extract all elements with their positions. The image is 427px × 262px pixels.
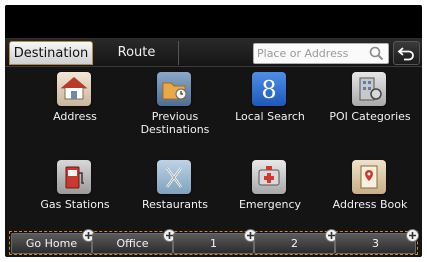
restaurants-label: Restaurants (142, 198, 208, 211)
gas-pump-icon (57, 160, 91, 194)
gas-stations-label: Gas Stations (40, 198, 110, 211)
top-bar (5, 5, 422, 38)
poi-categories-label: POI Categories (329, 110, 411, 123)
tab-bar: Destination Route (5, 38, 422, 67)
previous-destinations-label: Previous Destinations (140, 110, 210, 136)
preset-bar: Go Home Office 1 2 3 (9, 229, 419, 255)
house-icon (57, 72, 91, 106)
local-search-label: Local Search (235, 110, 305, 123)
tab-route[interactable]: Route (95, 41, 179, 65)
tab-destination[interactable]: Destination (9, 41, 93, 65)
address-book-item[interactable]: Address Book (320, 157, 420, 232)
google-icon: 8 (252, 72, 286, 106)
address-book-label: Address Book (332, 198, 408, 211)
preset-label: 1 (210, 237, 217, 250)
destination-grid: Address Previous Destinations 8 Local Se… (5, 69, 422, 229)
preset-go-home-button[interactable]: Go Home (11, 229, 95, 254)
preset-office-button[interactable]: Office (92, 229, 176, 254)
svg-text:8: 8 (261, 76, 276, 104)
search-box[interactable] (253, 43, 389, 64)
ambulance-icon (252, 160, 286, 194)
preset-label: 3 (372, 237, 379, 250)
local-search-item[interactable]: 8 Local Search (220, 69, 320, 144)
preset-2-button[interactable]: 2 (254, 229, 338, 254)
previous-destinations-item[interactable]: Previous Destinations (125, 69, 225, 144)
emergency-label: Emergency (238, 198, 302, 211)
magnifier-icon[interactable] (368, 45, 385, 62)
fork-knife-icon (157, 160, 191, 194)
plus-icon[interactable] (406, 229, 419, 242)
gas-stations-item[interactable]: Gas Stations (25, 157, 125, 232)
navigation-screen: Destination Route Place or Address Addre… (5, 5, 422, 257)
folder-icon (157, 72, 191, 106)
address-book-icon (352, 160, 386, 194)
preset-label: Office (116, 237, 149, 250)
emergency-item[interactable]: Emergency (220, 157, 320, 232)
address-item[interactable]: Address (25, 69, 125, 144)
preset-label: 2 (291, 237, 298, 250)
back-arrow-icon (397, 47, 414, 61)
preset-label: Go Home (25, 237, 78, 250)
poi-categories-item[interactable]: POI Categories (320, 69, 420, 144)
preset-3-button[interactable]: 3 (335, 229, 419, 254)
poi-building-icon (352, 72, 386, 106)
restaurants-item[interactable]: Restaurants (125, 157, 225, 232)
back-button[interactable] (393, 41, 420, 65)
address-label: Address (53, 110, 97, 123)
search-input[interactable] (257, 45, 365, 62)
preset-1-button[interactable]: 1 (173, 229, 257, 254)
